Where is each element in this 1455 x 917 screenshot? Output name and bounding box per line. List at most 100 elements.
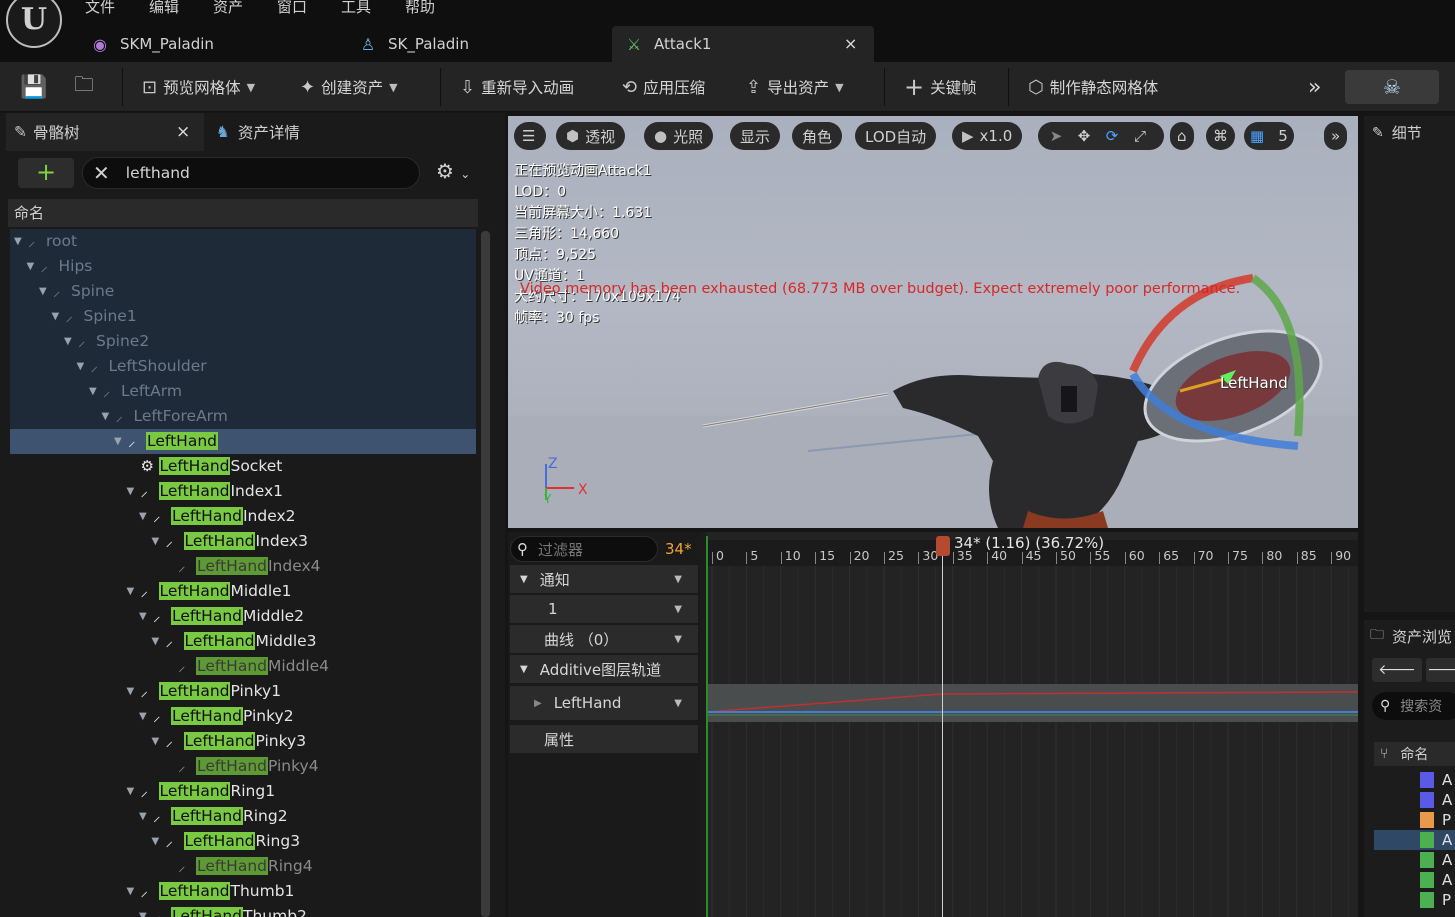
bone-row[interactable]: ▼ ⸝ Spine1 (10, 304, 476, 329)
expand-arrow-icon[interactable]: ▼ (127, 479, 135, 504)
close-tab-icon[interactable]: × (176, 122, 190, 142)
more-viewport-options-icon[interactable]: » (1324, 122, 1348, 150)
bone-row[interactable]: ▼ ⸝ LeftHandRing2 (10, 804, 476, 829)
expand-arrow-icon[interactable]: ▼ (152, 529, 160, 554)
expand-arrow-icon[interactable]: ▼ (127, 679, 135, 704)
bone-row[interactable]: ▼ ⸝ LeftHandPinky1 (10, 679, 476, 704)
menu-window[interactable]: 窗口 (277, 0, 307, 17)
local-space-button[interactable]: ⌂ (1170, 122, 1194, 150)
track-curves[interactable]: 曲线 （0） ▼ (510, 625, 698, 653)
skeleton-mode-button[interactable]: ☠ (1345, 70, 1439, 104)
bone-row[interactable]: ▼ ⸝ LeftHandRing1 (10, 779, 476, 804)
preview-viewport[interactable]: ☰ ⬢ 透视 ● 光照 显示 角色 LOD自动 ▶ x1.0 ➤ ✥ ⟳ ⤢ ⌂… (508, 116, 1358, 528)
menu-edit[interactable]: 编辑 (149, 0, 179, 17)
close-tab-icon[interactable]: × (844, 34, 857, 53)
bone-row[interactable]: ▼ ⸝ Hips (10, 254, 476, 279)
make-static-mesh-button[interactable]: ⬡ 制作静态网格体 (1028, 62, 1158, 112)
timeline-area[interactable]: 0 5 10 15 20 25 30 35 40 45 50 55 60 65 70 75 80 85 90 34*… (705, 532, 1359, 917)
bone-row[interactable]: ⚙ LeftHandSocket (10, 454, 476, 479)
scrollbar[interactable] (481, 231, 490, 917)
bone-row[interactable]: ▼ ⸝ LeftForeArm (10, 404, 476, 429)
dropdown-arrow-icon[interactable]: ▼ (674, 634, 682, 645)
dropdown-arrow-icon[interactable]: ▼ (674, 574, 682, 585)
bone-row[interactable]: ▼ ⸝ LeftHandIndex2 (10, 504, 476, 529)
track-notifies[interactable]: ▼ 通知 ▼ (510, 565, 698, 593)
bone-row[interactable]: ▼ ⸝ root (10, 229, 476, 254)
expand-arrow-icon[interactable]: ▼ (139, 704, 147, 729)
expand-arrow-icon[interactable]: ▼ (102, 404, 110, 429)
expand-arrow-icon[interactable]: ▼ (39, 279, 47, 304)
expand-arrow-icon[interactable]: ▼ (14, 229, 22, 254)
add-button[interactable]: + (18, 158, 74, 188)
asset-row[interactable]: A (1374, 790, 1455, 810)
bone-row[interactable]: ⸝ LeftHandRing4 (10, 854, 476, 879)
expand-arrow-icon[interactable]: ▼ (27, 254, 35, 279)
bone-row[interactable]: ▼ ⸝ LeftHandPinky3 (10, 729, 476, 754)
playhead-handle[interactable] (936, 536, 950, 556)
clear-search-icon[interactable]: ✕ (93, 161, 110, 185)
expand-arrow-icon[interactable]: ▼ (127, 779, 135, 804)
expand-arrow-icon[interactable]: ▼ (127, 579, 135, 604)
more-tools-icon[interactable]: » (1308, 62, 1321, 112)
rotate-icon[interactable]: ⟳ (1098, 127, 1126, 145)
apply-compression-button[interactable]: ⟲ 应用压缩 (622, 62, 705, 112)
tab-skeleton-tree[interactable]: ✎ 骨骼树 × (6, 113, 204, 151)
export-asset-button[interactable]: ⇪ 导出资产 ▼ (746, 62, 844, 112)
bone-row[interactable]: ▼ ⸝ LeftHandThumb2 (10, 904, 476, 917)
expand-arrow-icon[interactable]: ▼ (127, 879, 135, 904)
back-button[interactable]: 🡐 (1372, 658, 1422, 682)
menu-asset[interactable]: 资产 (213, 0, 243, 17)
asset-row[interactable]: A (1374, 870, 1455, 890)
bone-row[interactable]: ▼ ⸝ LeftHand (10, 429, 476, 454)
search-input[interactable] (125, 164, 386, 182)
expand-arrow-icon[interactable]: ▼ (152, 629, 160, 654)
bone-row[interactable]: ▼ ⸝ LeftHandIndex3 (10, 529, 476, 554)
lod-button[interactable]: LOD自动 (855, 122, 937, 150)
track-lefthand[interactable]: ▶ LeftHand ▼ (510, 686, 698, 720)
character-button[interactable]: 角色 (792, 122, 843, 150)
perspective-button[interactable]: ⬢ 透视 (556, 122, 626, 150)
expand-arrow-icon[interactable]: ▼ (139, 904, 147, 917)
source-tree-icon[interactable]: ⑂ (1380, 746, 1388, 762)
content-browser-tab[interactable]: 🗀 资产浏览 (1370, 624, 1452, 648)
tab-attack1[interactable]: ⚔ Attack1 × (612, 26, 874, 62)
grid-snap-button[interactable]: ▦ 5 (1244, 122, 1294, 150)
expand-arrow-icon[interactable]: ▼ (89, 379, 97, 404)
bone-row[interactable]: ▼ ⸝ Spine2 (10, 329, 476, 354)
tab-asset-details[interactable]: ♞ 资产详情 (210, 113, 410, 151)
bone-row[interactable]: ▼ ⸝ LeftHandMiddle2 (10, 604, 476, 629)
lighting-button[interactable]: ● 光照 (644, 122, 714, 150)
expand-arrow-icon[interactable]: ▼ (139, 604, 147, 629)
menu-help[interactable]: 帮助 (405, 0, 435, 17)
asset-row[interactable]: P (1374, 810, 1455, 830)
bone-row[interactable]: ▼ ⸝ Spine (10, 279, 476, 304)
track-attributes[interactable]: 属性 (510, 725, 698, 753)
expand-arrow-icon[interactable]: ▼ (152, 729, 160, 754)
scale-icon[interactable]: ⤢ (1126, 127, 1154, 145)
expand-arrow-icon[interactable]: ▼ (77, 354, 85, 379)
gear-icon[interactable]: ⚙ ⌄ (436, 159, 470, 183)
show-button[interactable]: 显示 (730, 122, 781, 150)
select-icon[interactable]: ➤ (1042, 127, 1070, 145)
move-icon[interactable]: ✥ (1070, 127, 1098, 145)
create-asset-button[interactable]: ✦ 创建资产 ▼ (300, 62, 398, 112)
asset-row[interactable]: P (1374, 890, 1455, 910)
bone-row[interactable]: ▼ ⸝ LeftHandIndex1 (10, 479, 476, 504)
play-speed-button[interactable]: ▶ x1.0 (952, 122, 1023, 150)
browse-asset-button[interactable]: 🗀 (74, 62, 100, 112)
column-header-name[interactable]: 命名 (1400, 744, 1428, 764)
preview-mesh-button[interactable]: ⊡ 预览网格体 ▼ (142, 62, 255, 112)
menu-tools[interactable]: 工具 (341, 0, 371, 17)
bone-row[interactable]: ⸝ LeftHandMiddle4 (10, 654, 476, 679)
bone-row[interactable]: ⸝ LeftHandIndex4 (10, 554, 476, 579)
surface-snap-button[interactable]: ⌘ (1206, 122, 1235, 150)
bone-row[interactable]: ▼ ⸝ LeftHandMiddle1 (10, 579, 476, 604)
details-tab[interactable]: ✎ 细节 (1372, 122, 1422, 143)
bone-row[interactable]: ▼ ⸝ LeftHandRing3 (10, 829, 476, 854)
tab-sk-paladin[interactable]: ♙ SK_Paladin (346, 26, 608, 62)
track-notify-1[interactable]: 1 ▼ (510, 595, 698, 623)
forward-button[interactable]: 🡒 (1426, 658, 1455, 682)
expand-arrow-icon[interactable]: ▼ (64, 329, 72, 354)
playhead[interactable] (942, 536, 943, 917)
asset-row[interactable]: A (1374, 850, 1455, 870)
